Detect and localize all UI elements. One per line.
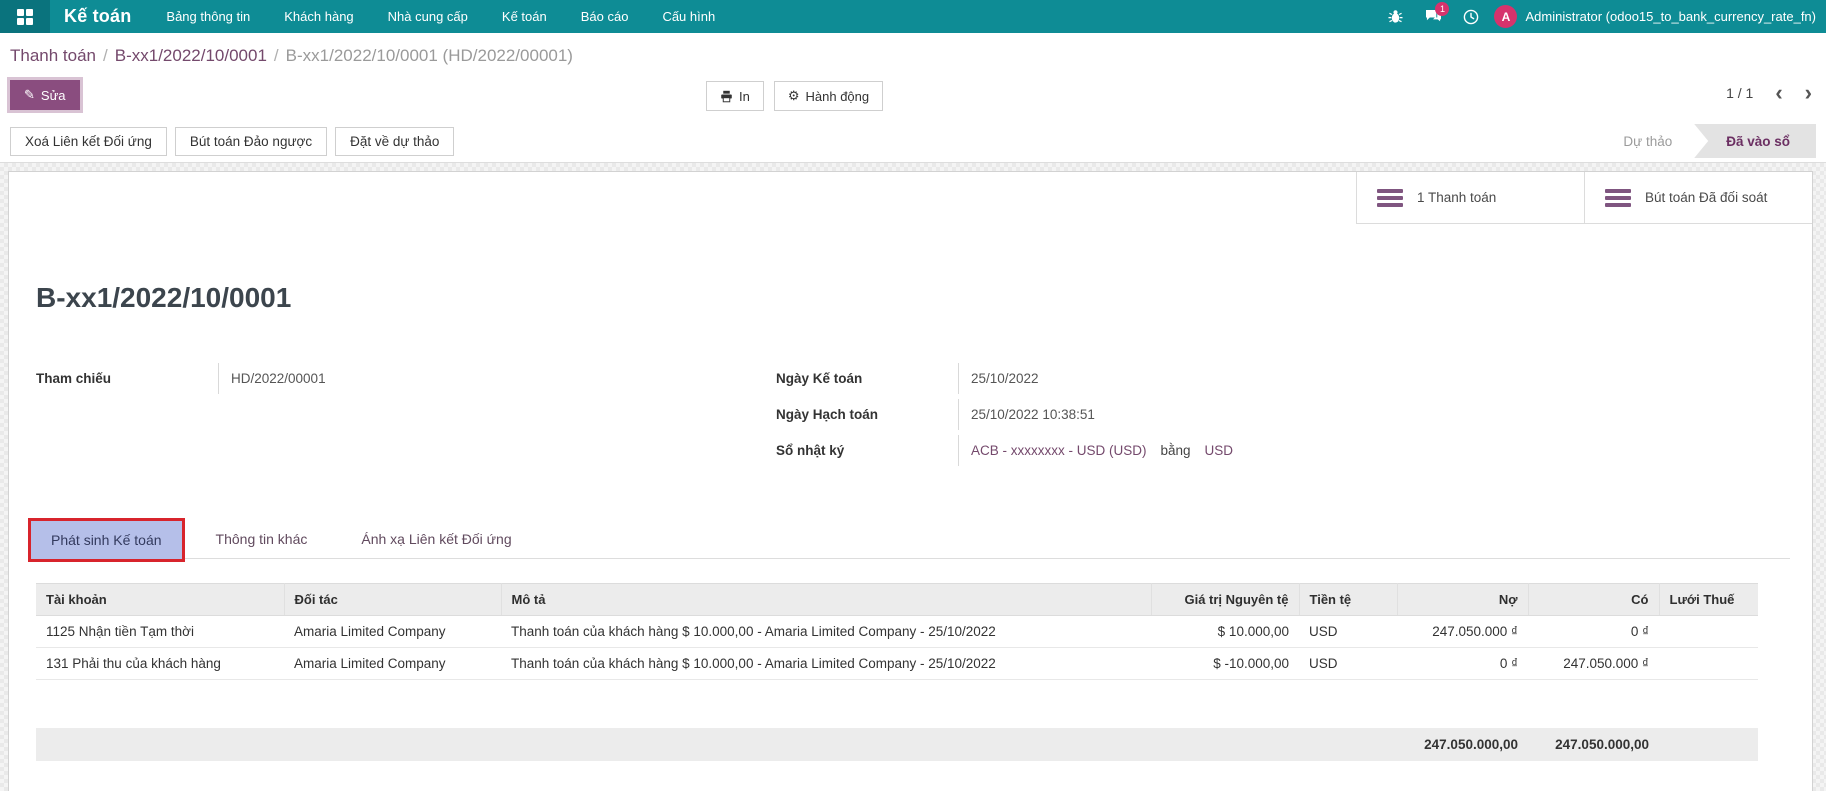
- breadcrumb-separator: /: [96, 46, 115, 65]
- reference-value[interactable]: HD/2022/00001: [218, 363, 776, 394]
- statusbar-row: Xoá Liên kết Đối ứng Bút toán Đảo ngược …: [0, 120, 1826, 163]
- nav-menu: Bảng thông tin Khách hàng Nhà cung cấp K…: [149, 0, 732, 33]
- nav-item-dashboard[interactable]: Bảng thông tin: [149, 0, 267, 33]
- cell-tax-grid[interactable]: [1659, 648, 1758, 680]
- cell-tax-grid[interactable]: [1659, 616, 1758, 648]
- form-sheet: 1 Thanh toán Bút toán Đã đối soát B-xx1/…: [8, 171, 1813, 791]
- accounting-date-label: Ngày Kế toán: [776, 371, 958, 386]
- header-credit[interactable]: Có: [1528, 584, 1659, 616]
- remove-reconciliation-button[interactable]: Xoá Liên kết Đối ứng: [10, 127, 167, 156]
- table-row[interactable]: 1125 Nhận tiền Tạm thời Amaria Limited C…: [36, 616, 1758, 648]
- nav-item-reports[interactable]: Báo cáo: [564, 0, 646, 33]
- pager-value: 1 / 1: [1726, 85, 1753, 101]
- app-name[interactable]: Kế toán: [50, 6, 149, 27]
- breadcrumb-separator: /: [267, 46, 286, 65]
- cell-description[interactable]: Thanh toán của khách hàng $ 10.000,00 - …: [501, 616, 1151, 648]
- bars-icon: [1605, 189, 1631, 207]
- cell-partner[interactable]: Amaria Limited Company: [284, 616, 501, 648]
- stat-button-box: 1 Thanh toán Bút toán Đã đối soát: [9, 172, 1812, 224]
- tab-journal-items[interactable]: Phát sinh Kế toán: [31, 521, 182, 559]
- gear-icon: ⚙: [788, 88, 800, 104]
- journal-in-currency-text: bằng: [1147, 443, 1205, 458]
- breadcrumb-root[interactable]: Thanh toán: [10, 46, 96, 65]
- user-menu[interactable]: Administrator (odoo15_to_bank_currency_r…: [1525, 9, 1816, 24]
- edit-button[interactable]: ✎ Sửa: [10, 80, 80, 110]
- totals-row: 247.050.000,00 247.050.000,00: [36, 728, 1758, 761]
- reset-to-draft-button[interactable]: Đặt về dự thảo: [335, 127, 454, 156]
- message-count-badge: 1: [1435, 2, 1449, 16]
- table-row[interactable]: 131 Phải thu của khách hàng Amaria Limit…: [36, 648, 1758, 680]
- cell-currency[interactable]: USD: [1299, 648, 1397, 680]
- nav-item-accounting[interactable]: Kế toán: [485, 0, 564, 33]
- table-header-row: Tài khoản Đối tác Mô tả Giá trị Nguyên t…: [36, 584, 1758, 616]
- status-draft[interactable]: Dự thảo: [1601, 124, 1694, 158]
- cell-currency[interactable]: USD: [1299, 616, 1397, 648]
- form-background: 1 Thanh toán Bút toán Đã đối soát B-xx1/…: [0, 163, 1826, 791]
- reference-label: Tham chiếu: [36, 371, 218, 386]
- header-currency[interactable]: Tiền tệ: [1299, 584, 1397, 616]
- reverse-entry-button[interactable]: Bút toán Đảo ngược: [175, 127, 327, 156]
- record-title: B-xx1/2022/10/0001: [36, 282, 1812, 314]
- accounting-date-value[interactable]: 25/10/2022: [958, 363, 1536, 394]
- reconciled-entries-stat-button[interactable]: Bút toán Đã đối soát: [1584, 172, 1812, 224]
- posting-date-label: Ngày Hạch toán: [776, 407, 958, 422]
- total-credit: 247.050.000,00: [1528, 728, 1659, 761]
- printer-icon: [720, 90, 733, 103]
- header-description[interactable]: Mô tả: [501, 584, 1151, 616]
- journal-label: Sổ nhật ký: [776, 443, 958, 458]
- cell-description[interactable]: Thanh toán của khách hàng $ 10.000,00 - …: [501, 648, 1151, 680]
- statusbar: Dự thảo Đã vào sổ: [1601, 124, 1816, 158]
- journal-value: ACB - xxxxxxxx - USD (USD)bằngUSD: [958, 435, 1536, 466]
- header-account[interactable]: Tài khoản: [36, 584, 284, 616]
- header-debit[interactable]: Nợ: [1397, 584, 1528, 616]
- breadcrumb-current: B-xx1/2022/10/0001 (HD/2022/00001): [286, 46, 573, 65]
- total-debit: 247.050.000,00: [1397, 728, 1528, 761]
- journal-link[interactable]: ACB - xxxxxxxx - USD (USD): [971, 443, 1147, 458]
- apps-grid-icon: [17, 9, 33, 25]
- cell-amount-currency[interactable]: $ -10.000,00: [1151, 648, 1299, 680]
- cell-debit[interactable]: 0 ₫: [1397, 648, 1528, 680]
- navbar-right: 1 A Administrator (odoo15_to_bank_curren…: [1380, 0, 1826, 33]
- payments-stat-button[interactable]: 1 Thanh toán: [1356, 172, 1584, 224]
- apps-menu-button[interactable]: [0, 0, 50, 33]
- header-tax-grid[interactable]: Lưới Thuế: [1659, 584, 1758, 616]
- print-button[interactable]: In: [706, 81, 764, 111]
- cell-amount-currency[interactable]: $ 10.000,00: [1151, 616, 1299, 648]
- notebook-tabs: Phát sinh Kế toán Thông tin khác Ánh xạ …: [31, 520, 1790, 559]
- messages-icon[interactable]: 1: [1418, 0, 1448, 33]
- cell-account[interactable]: 131 Phải thu của khách hàng: [36, 648, 284, 680]
- nav-item-configuration[interactable]: Cấu hình: [645, 0, 732, 33]
- field-groups: Tham chiếu HD/2022/00001 Ngày Kế toán 25…: [9, 360, 1812, 468]
- journal-items-table: Tài khoản Đối tác Mô tả Giá trị Nguyên t…: [36, 583, 1758, 680]
- activities-clock-icon[interactable]: [1456, 0, 1486, 33]
- user-avatar[interactable]: A: [1494, 5, 1517, 28]
- nav-item-vendors[interactable]: Nhà cung cấp: [371, 0, 485, 33]
- posting-date-value[interactable]: 25/10/2022 10:38:51: [958, 399, 1536, 430]
- control-panel: ✎ Sửa In ⚙ Hành động 1 / 1 ‹ ›: [0, 74, 1826, 120]
- pager-next-icon[interactable]: ›: [1805, 84, 1812, 102]
- bars-icon: [1377, 189, 1403, 207]
- status-posted[interactable]: Đã vào sổ: [1694, 124, 1816, 158]
- action-button[interactable]: ⚙ Hành động: [774, 81, 883, 111]
- pager-previous-icon[interactable]: ‹: [1775, 84, 1782, 102]
- debug-bug-icon[interactable]: [1380, 0, 1410, 33]
- cell-credit[interactable]: 0 ₫: [1528, 616, 1659, 648]
- cell-account[interactable]: 1125 Nhận tiền Tạm thời: [36, 616, 284, 648]
- top-navbar: Kế toán Bảng thông tin Khách hàng Nhà cu…: [0, 0, 1826, 33]
- tab-other-info[interactable]: Thông tin khác: [196, 520, 328, 558]
- cell-debit[interactable]: 247.050.000 ₫: [1397, 616, 1528, 648]
- cell-credit[interactable]: 247.050.000 ₫: [1528, 648, 1659, 680]
- journal-currency-link[interactable]: USD: [1205, 443, 1234, 458]
- breadcrumb: Thanh toán/B-xx1/2022/10/0001/B-xx1/2022…: [0, 33, 1826, 74]
- pager: 1 / 1 ‹ ›: [1726, 84, 1812, 102]
- header-amount-currency[interactable]: Giá trị Nguyên tệ: [1151, 584, 1299, 616]
- breadcrumb-parent[interactable]: B-xx1/2022/10/0001: [115, 46, 267, 65]
- tab-reconciliation-mapping[interactable]: Ánh xạ Liên kết Đối ứng: [341, 520, 531, 558]
- cell-partner[interactable]: Amaria Limited Company: [284, 648, 501, 680]
- pencil-icon: ✎: [24, 87, 35, 103]
- header-partner[interactable]: Đối tác: [284, 584, 501, 616]
- nav-item-customers[interactable]: Khách hàng: [267, 0, 370, 33]
